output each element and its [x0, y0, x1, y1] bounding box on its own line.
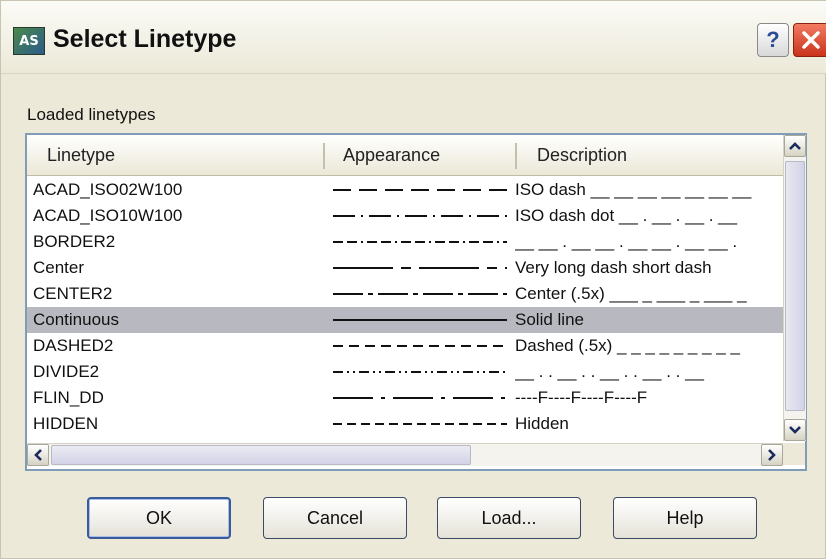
scroll-up-button[interactable]: [784, 135, 806, 157]
linetype-appearance: [331, 206, 509, 226]
linetype-name: DIVIDE2: [33, 362, 100, 381]
column-header-description[interactable]: Description: [537, 135, 777, 175]
horizontal-scrollbar[interactable]: [27, 443, 783, 466]
linetype-appearance: [331, 336, 509, 356]
linetype-description: __ __ . __ __ . __ __ . __ __ .: [515, 232, 738, 251]
linetype-row[interactable]: HIDDEN Hidden: [27, 411, 783, 437]
linetype-row[interactable]: ACAD_ISO10W100 ISO dash dot __ . __ . __ …: [27, 203, 783, 229]
linetype-row[interactable]: ACAD_ISO02W100 ISO dash __ __ __ __ __ __…: [27, 177, 783, 203]
column-divider[interactable]: [515, 143, 517, 169]
horizontal-scroll-thumb[interactable]: [51, 445, 471, 465]
dialog-title: Select Linetype: [53, 25, 237, 53]
linetype-name: CENTER2: [33, 284, 113, 303]
linetype-description: ----F----F----F----F: [515, 388, 648, 407]
linetype-appearance: [331, 388, 509, 408]
load-button[interactable]: Load...: [437, 497, 581, 539]
linetype-name: Continuous: [33, 310, 120, 329]
linetype-appearance: [331, 414, 509, 434]
linetype-name: BORDER2: [33, 232, 116, 251]
linetype-description: Solid line: [515, 310, 584, 329]
linetype-description: __ . . __ . . __ . . __ . . __: [515, 362, 705, 381]
list-rows: ACAD_ISO02W100 ISO dash __ __ __ __ __ __…: [27, 177, 783, 441]
linetype-name: Center: [33, 258, 85, 277]
scroll-left-button[interactable]: [27, 444, 49, 466]
linetype-appearance: [331, 232, 509, 252]
linetype-appearance: [331, 310, 509, 330]
cancel-button[interactable]: Cancel: [263, 497, 407, 539]
linetype-appearance: [331, 258, 509, 278]
linetype-row[interactable]: BORDER2 __ __ . __ __ . __ __ . __ __ .: [27, 229, 783, 255]
linetype-row[interactable]: Center Very long dash short dash: [27, 255, 783, 281]
linetype-description: Hidden: [515, 414, 569, 433]
column-header-appearance[interactable]: Appearance: [343, 135, 513, 175]
linetype-row[interactable]: DIVIDE2 __ . . __ . . __ . . __ . . __: [27, 359, 783, 385]
help-button[interactable]: Help: [613, 497, 757, 539]
question-mark-icon: ?: [766, 27, 780, 52]
select-linetype-dialog: AS Select Linetype ? Loaded linetypes Li…: [0, 0, 826, 559]
vertical-scrollbar[interactable]: [783, 135, 806, 441]
linetype-name: FLIN_DD: [33, 388, 104, 407]
title-bar[interactable]: AS Select Linetype ?: [1, 1, 826, 74]
vertical-scroll-thumb[interactable]: [785, 161, 805, 411]
linetype-appearance: [331, 284, 509, 304]
linetype-appearance: [331, 362, 509, 382]
list-header: Linetype Appearance Description: [27, 135, 783, 176]
column-header-linetype[interactable]: Linetype: [47, 135, 327, 175]
linetype-appearance: [331, 180, 509, 200]
autocad-app-icon: AS: [13, 27, 45, 55]
chevron-left-icon: [34, 449, 42, 461]
linetype-row[interactable]: CENTER2 Center (.5x) ___ _ ___ _ ___ _: [27, 281, 783, 307]
close-button[interactable]: [793, 23, 826, 57]
scroll-right-button[interactable]: [761, 444, 783, 466]
context-help-button[interactable]: ?: [757, 23, 789, 57]
linetype-description: ISO dash dot __ . __ . __ . __: [515, 206, 738, 225]
linetype-description: Dashed (.5x) _ _ _ _ _ _ _ _ _: [515, 336, 740, 355]
linetype-row[interactable]: DASHED2 Dashed (.5x) _ _ _ _ _ _ _ _ _: [27, 333, 783, 359]
linetype-name: ACAD_ISO10W100: [33, 206, 183, 225]
scroll-down-button[interactable]: [784, 419, 806, 441]
chevron-right-icon: [768, 449, 776, 461]
linetype-description: ISO dash __ __ __ __ __ __ __: [515, 180, 752, 199]
linetype-description: Very long dash short dash: [515, 258, 712, 277]
ok-button[interactable]: OK: [87, 497, 231, 539]
linetype-description: Center (.5x) ___ _ ___ _ ___ _: [515, 284, 747, 303]
scrollbar-corner: [783, 443, 805, 465]
linetype-name: DASHED2: [33, 336, 114, 355]
linetype-list[interactable]: Linetype Appearance Description ACAD_ISO…: [25, 133, 807, 471]
chevron-down-icon: [789, 426, 801, 434]
linetype-name: HIDDEN: [33, 414, 99, 433]
column-divider[interactable]: [323, 143, 325, 169]
loaded-linetypes-label: Loaded linetypes: [27, 105, 156, 124]
linetype-row[interactable]: Continuous Solid line: [27, 307, 783, 333]
close-icon: [802, 31, 820, 49]
linetype-row[interactable]: FLIN_DD ----F----F----F----F: [27, 385, 783, 411]
chevron-up-icon: [789, 142, 801, 150]
linetype-name: ACAD_ISO02W100: [33, 180, 183, 199]
